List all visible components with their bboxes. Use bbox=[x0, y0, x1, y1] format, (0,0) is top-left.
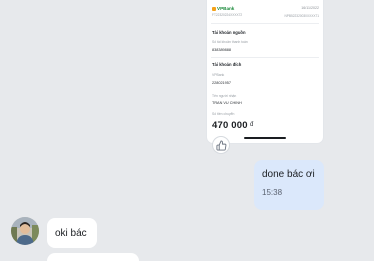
contact-avatar[interactable] bbox=[11, 217, 39, 245]
divider bbox=[211, 23, 319, 24]
message-text: oki bác bbox=[55, 228, 87, 239]
receipt-ref-left: FT22320224XXXX72 bbox=[212, 13, 243, 17]
outgoing-message[interactable]: done bác ơi 15:38 bbox=[254, 160, 324, 210]
dest-account-value: 228021957 bbox=[212, 81, 232, 85]
recipient-value: TRAN VU CHINH bbox=[212, 101, 242, 105]
message-text: done bác ơi bbox=[262, 169, 315, 180]
incoming-message-partial[interactable] bbox=[47, 253, 139, 261]
message-time: 15:38 bbox=[262, 188, 283, 197]
avatar-image bbox=[11, 217, 39, 245]
divider bbox=[211, 57, 319, 58]
reaction-button[interactable] bbox=[213, 137, 229, 153]
amount-label: Số tiền chuyển bbox=[212, 112, 235, 116]
chat-thread: VPBank 16/11/2022 FT22320224XXXX72 NPB52… bbox=[0, 0, 374, 261]
home-indicator bbox=[244, 137, 286, 139]
recipient-label: Tên người nhận bbox=[212, 94, 237, 98]
receipt-ref-right: NPB522320030XXXX71 bbox=[284, 14, 319, 18]
transfer-receipt-image[interactable]: VPBank 16/11/2022 FT22320224XXXX72 NPB52… bbox=[207, 0, 323, 143]
incoming-message[interactable]: oki bác bbox=[47, 218, 97, 248]
receipt-date: 16/11/2022 bbox=[301, 6, 319, 10]
source-section-title: Tài khoản nguồn bbox=[212, 30, 246, 35]
transfer-amount: 470 000 bbox=[212, 120, 248, 131]
source-account-label: Số tài khoản thanh toán bbox=[212, 40, 248, 44]
bank-logo-icon bbox=[212, 6, 216, 11]
dest-bank-label: VPBank bbox=[212, 73, 225, 77]
bank-logo: VPBank bbox=[212, 6, 234, 11]
source-account-value: 838389888 bbox=[212, 48, 232, 52]
bank-name: VPBank bbox=[217, 6, 235, 11]
dest-section-title: Tài khoản đích bbox=[212, 62, 242, 67]
thumbs-up-icon bbox=[215, 139, 226, 151]
receipt-header: VPBank 16/11/2022 FT22320224XXXX72 NPB52… bbox=[212, 5, 319, 21]
currency-symbol: đ bbox=[250, 122, 254, 128]
